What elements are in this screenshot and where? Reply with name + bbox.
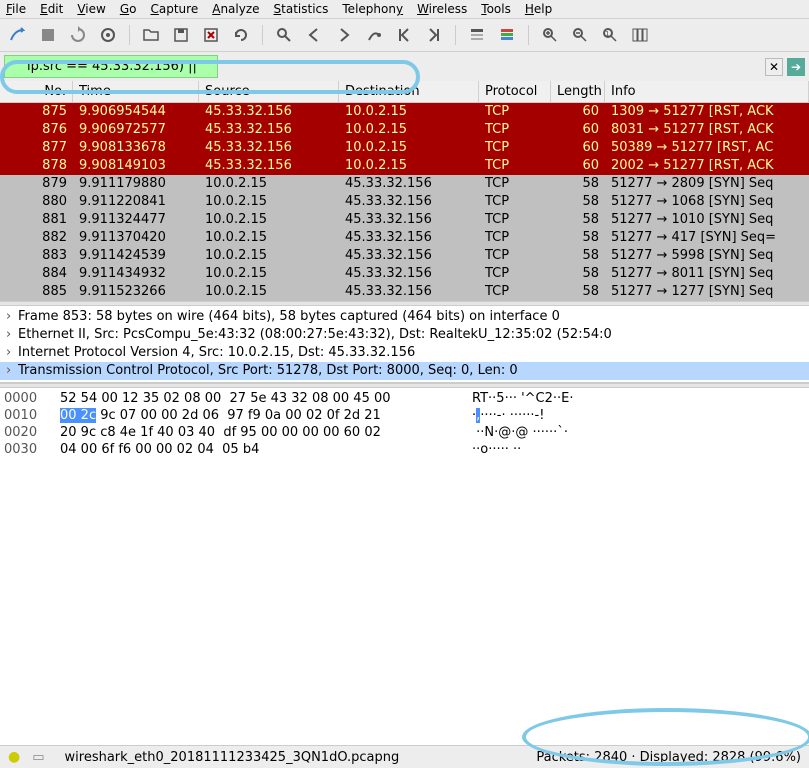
- details-tcp[interactable]: Transmission Control Protocol, Src Port:…: [0, 362, 809, 380]
- apply-filter-button[interactable]: ➔: [787, 58, 805, 76]
- go-last-button[interactable]: [422, 23, 446, 47]
- menu-help[interactable]: Help: [525, 2, 552, 16]
- column-protocol[interactable]: Protocol: [479, 81, 551, 102]
- start-capture-button[interactable]: [6, 23, 30, 47]
- save-file-button[interactable]: [169, 23, 193, 47]
- menu-statistics[interactable]: Statistics: [274, 2, 329, 16]
- packet-row[interactable]: 8789.90814910345.33.32.15610.0.2.15TCP60…: [0, 157, 809, 175]
- zoom-in-button[interactable]: [538, 23, 562, 47]
- column-source[interactable]: Source: [199, 81, 339, 102]
- column-info[interactable]: Info: [605, 81, 809, 102]
- menu-telephony[interactable]: Telephony: [342, 2, 403, 16]
- expert-info-icon[interactable]: ●: [8, 749, 20, 765]
- packet-list[interactable]: 8759.90695454445.33.32.15610.0.2.15TCP60…: [0, 103, 809, 301]
- packet-row[interactable]: 8829.91137042010.0.2.1545.33.32.156TCP58…: [0, 229, 809, 247]
- packet-row[interactable]: 8799.91117988010.0.2.1545.33.32.156TCP58…: [0, 175, 809, 193]
- menu-view[interactable]: View: [77, 2, 105, 16]
- auto-scroll-button[interactable]: [465, 23, 489, 47]
- go-forward-button[interactable]: [332, 23, 356, 47]
- details-ethernet[interactable]: Ethernet II, Src: PcsCompu_5e:43:32 (08:…: [0, 326, 809, 344]
- hex-row[interactable]: 000052 54 00 12 35 02 08 00 27 5e 43 32 …: [4, 390, 805, 407]
- packet-row[interactable]: 8839.91142453910.0.2.1545.33.32.156TCP58…: [0, 247, 809, 265]
- packet-row[interactable]: 8859.91152326610.0.2.1545.33.32.156TCP58…: [0, 283, 809, 301]
- column-destination[interactable]: Destination: [339, 81, 479, 102]
- menu-go[interactable]: Go: [120, 2, 137, 16]
- packet-row[interactable]: 8769.90697257745.33.32.15610.0.2.15TCP60…: [0, 121, 809, 139]
- restart-capture-button[interactable]: [66, 23, 90, 47]
- packet-list-header: No. Time Source Destination Protocol Len…: [0, 81, 809, 103]
- clear-filter-button[interactable]: ✕: [765, 58, 783, 76]
- details-frame[interactable]: Frame 853: 58 bytes on wire (464 bits), …: [0, 308, 809, 326]
- column-time[interactable]: Time: [73, 81, 199, 102]
- display-filter-bar: ▮ ✕ ➔: [0, 52, 809, 81]
- status-bar: ● ▭ wireshark_eth0_20181111233425_3QN1dO…: [0, 745, 809, 768]
- reload-file-button[interactable]: [229, 23, 253, 47]
- packet-row[interactable]: 8819.91132447710.0.2.1545.33.32.156TCP58…: [0, 211, 809, 229]
- close-file-button[interactable]: [199, 23, 223, 47]
- zoom-reset-button[interactable]: 1: [598, 23, 622, 47]
- hex-row[interactable]: 002020 9c c8 4e 1f 40 03 40 df 95 00 00 …: [4, 424, 805, 441]
- display-filter-input[interactable]: [4, 55, 218, 78]
- packet-row[interactable]: 8849.91143493210.0.2.1545.33.32.156TCP58…: [0, 265, 809, 283]
- zoom-out-button[interactable]: [568, 23, 592, 47]
- capture-file-props-icon[interactable]: ▭: [32, 750, 44, 765]
- packet-row[interactable]: 8779.90813367845.33.32.15610.0.2.15TCP60…: [0, 139, 809, 157]
- menu-tools[interactable]: Tools: [481, 2, 511, 16]
- capture-options-button[interactable]: [96, 23, 120, 47]
- packet-row[interactable]: 8809.91122084110.0.2.1545.33.32.156TCP58…: [0, 193, 809, 211]
- menu-edit[interactable]: Edit: [40, 2, 63, 16]
- column-no[interactable]: No.: [0, 81, 73, 102]
- packet-bytes[interactable]: 000052 54 00 12 35 02 08 00 27 5e 43 32 …: [0, 388, 809, 745]
- packet-details[interactable]: Frame 853: 58 bytes on wire (464 bits), …: [0, 306, 809, 383]
- details-ip[interactable]: Internet Protocol Version 4, Src: 10.0.2…: [0, 344, 809, 362]
- menu-analyze[interactable]: Analyze: [212, 2, 259, 16]
- hex-row[interactable]: 003004 00 6f f6 00 00 02 04 05 b4··o····…: [4, 441, 805, 458]
- menu-wireless[interactable]: Wireless: [417, 2, 467, 16]
- svg-text:1: 1: [605, 30, 609, 38]
- menu-bar: File Edit View Go Capture Analyze Statis…: [0, 0, 809, 19]
- menu-capture[interactable]: Capture: [150, 2, 198, 16]
- find-packet-button[interactable]: [272, 23, 296, 47]
- packet-row[interactable]: 8759.90695454445.33.32.15610.0.2.15TCP60…: [0, 103, 809, 121]
- open-file-button[interactable]: [139, 23, 163, 47]
- resize-columns-button[interactable]: [628, 23, 652, 47]
- colorize-button[interactable]: [495, 23, 519, 47]
- stop-capture-button[interactable]: [36, 23, 60, 47]
- menu-file[interactable]: File: [6, 2, 26, 16]
- go-first-button[interactable]: [392, 23, 416, 47]
- hex-row[interactable]: 001000 2c 9c 07 00 00 2d 06 97 f9 0a 00 …: [4, 407, 805, 424]
- go-back-button[interactable]: [302, 23, 326, 47]
- go-to-packet-button[interactable]: [362, 23, 386, 47]
- status-packets: Packets: 2840 · Displayed: 2828 (99.6%): [536, 750, 801, 765]
- column-length[interactable]: Length: [551, 81, 605, 102]
- main-toolbar: 1: [0, 19, 809, 52]
- status-filename: wireshark_eth0_20181111233425_3QN1dO.pca…: [65, 750, 525, 765]
